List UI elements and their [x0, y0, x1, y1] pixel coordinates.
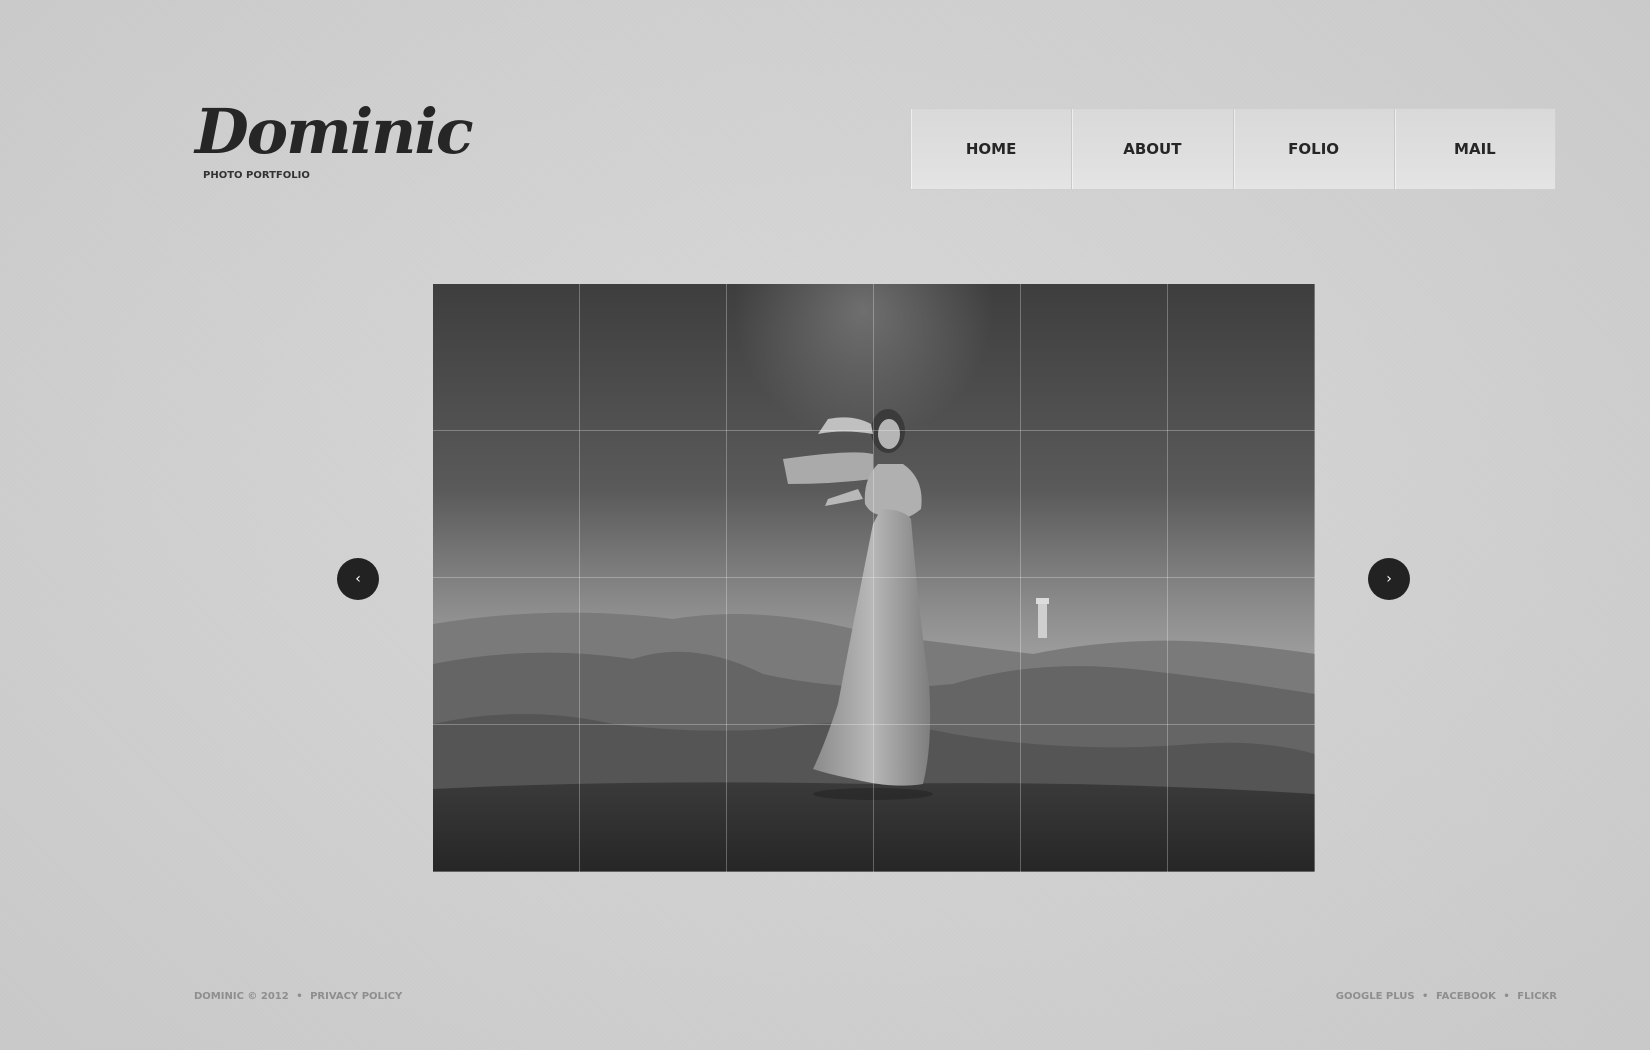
footer-bullet: • — [296, 991, 303, 1002]
footer-bullet: • — [1422, 991, 1429, 1002]
facebook-link[interactable]: FACEBOOK — [1436, 991, 1496, 1002]
slider-prev-button[interactable]: ‹ — [337, 558, 379, 600]
footer-copyright: © 2012 — [247, 991, 289, 1002]
footer-social: GOOGLE PLUS • FACEBOOK • FLICKR — [1336, 991, 1557, 1002]
nav-item-mail[interactable]: MAIL — [1395, 109, 1555, 189]
slide-photo — [433, 284, 1315, 872]
logo-wordmark: Dominic — [195, 95, 474, 168]
chevron-right-icon: › — [1386, 571, 1392, 587]
photo-slider[interactable] — [433, 284, 1315, 872]
site-logo[interactable]: Dominic PHOTO PORTFOLIO — [195, 96, 474, 196]
google-plus-link[interactable]: GOOGLE PLUS — [1336, 991, 1415, 1002]
footer-brand: DOMINIC — [194, 991, 244, 1002]
nav-item-about[interactable]: ABOUT — [1072, 109, 1234, 189]
chevron-left-icon: ‹ — [355, 571, 361, 587]
nav-item-folio[interactable]: FOLIO — [1234, 109, 1395, 189]
footer-bullet: • — [1503, 991, 1510, 1002]
privacy-policy-link[interactable]: PRIVACY POLICY — [310, 991, 402, 1002]
flickr-link[interactable]: FLICKR — [1517, 991, 1557, 1002]
logo-tagline: PHOTO PORTFOLIO — [203, 170, 310, 181]
slider-next-button[interactable]: › — [1368, 558, 1410, 600]
footer-left: DOMINIC © 2012 • PRIVACY POLICY — [194, 991, 402, 1002]
main-nav: HOME ABOUT FOLIO MAIL — [910, 108, 1556, 190]
nav-item-home[interactable]: HOME — [911, 109, 1073, 189]
